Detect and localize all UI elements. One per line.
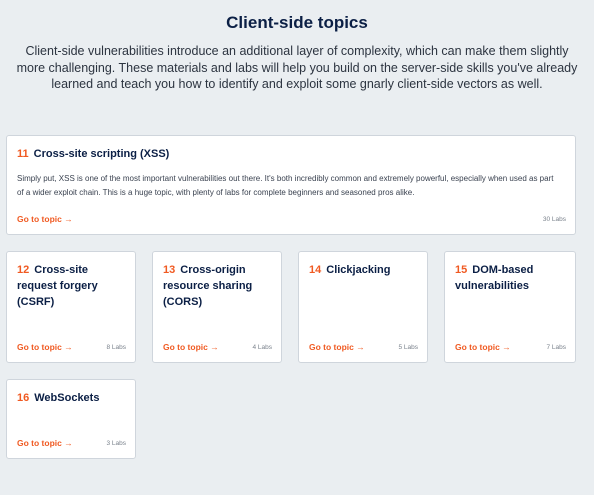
go-to-topic-link[interactable]: Go to topic → — [17, 214, 73, 224]
topic-title: 11 Cross-site scripting (XSS) — [17, 146, 169, 162]
topic-title: 15 DOM-based vulnerabilities — [455, 262, 567, 294]
topic-card-xss[interactable]: 11 Cross-site scripting (XSS) Simply put,… — [6, 135, 576, 235]
topic-card-websockets[interactable]: 16 WebSockets Go to topic → 3 Labs — [6, 379, 136, 459]
labs-count: 3 Labs — [106, 440, 126, 447]
topic-card-cors[interactable]: 13 Cross-origin resource sharing (CORS) G… — [152, 251, 282, 363]
labs-count: 5 Labs — [398, 344, 418, 351]
topic-card-dom-based[interactable]: 15 DOM-based vulnerabilities Go to topic … — [444, 251, 576, 363]
topic-number: 14 — [309, 264, 322, 276]
go-to-topic-link[interactable]: Go to topic → — [17, 342, 73, 352]
go-to-topic-link[interactable]: Go to topic → — [455, 342, 511, 352]
topic-number: 15 — [455, 264, 468, 276]
topic-number: 13 — [163, 264, 176, 276]
topic-title: 16 WebSockets — [17, 390, 129, 406]
labs-count: 4 Labs — [252, 344, 272, 351]
go-to-topic-link[interactable]: Go to topic → — [17, 438, 73, 448]
topic-card-csrf[interactable]: 12 Cross-site request forgery (CSRF) Go t… — [6, 251, 136, 363]
topic-title-text: Cross-site scripting (XSS) — [33, 148, 170, 160]
topic-number: 11 — [17, 148, 29, 160]
go-to-topic-link[interactable]: Go to topic → — [309, 342, 365, 352]
topic-title-text: Cross-origin resource sharing (CORS) — [163, 264, 253, 308]
page-title: Client-side topics — [226, 13, 368, 32]
topic-title: 12 Cross-site request forgery (CSRF) — [17, 262, 129, 310]
topic-title-text: Clickjacking — [326, 264, 391, 276]
topic-title-text: Cross-site request forgery (CSRF) — [17, 264, 98, 308]
topic-title: 14 Clickjacking — [309, 262, 421, 278]
topic-title-text: WebSockets — [34, 392, 100, 404]
topic-number: 12 — [17, 264, 30, 276]
topic-card-clickjacking[interactable]: 14 Clickjacking Go to topic → 5 Labs — [298, 251, 428, 363]
go-to-topic-link[interactable]: Go to topic → — [163, 342, 219, 352]
topic-description: Simply put, XSS is one of the most impor… — [17, 174, 554, 197]
labs-count: 7 Labs — [546, 344, 566, 351]
topic-number: 16 — [17, 392, 30, 404]
topic-title: 13 Cross-origin resource sharing (CORS) — [163, 262, 275, 310]
page-intro: Client-side vulnerabilities introduce an… — [16, 44, 578, 91]
labs-count: 8 Labs — [106, 344, 126, 351]
labs-count: 30 Labs — [542, 216, 566, 223]
